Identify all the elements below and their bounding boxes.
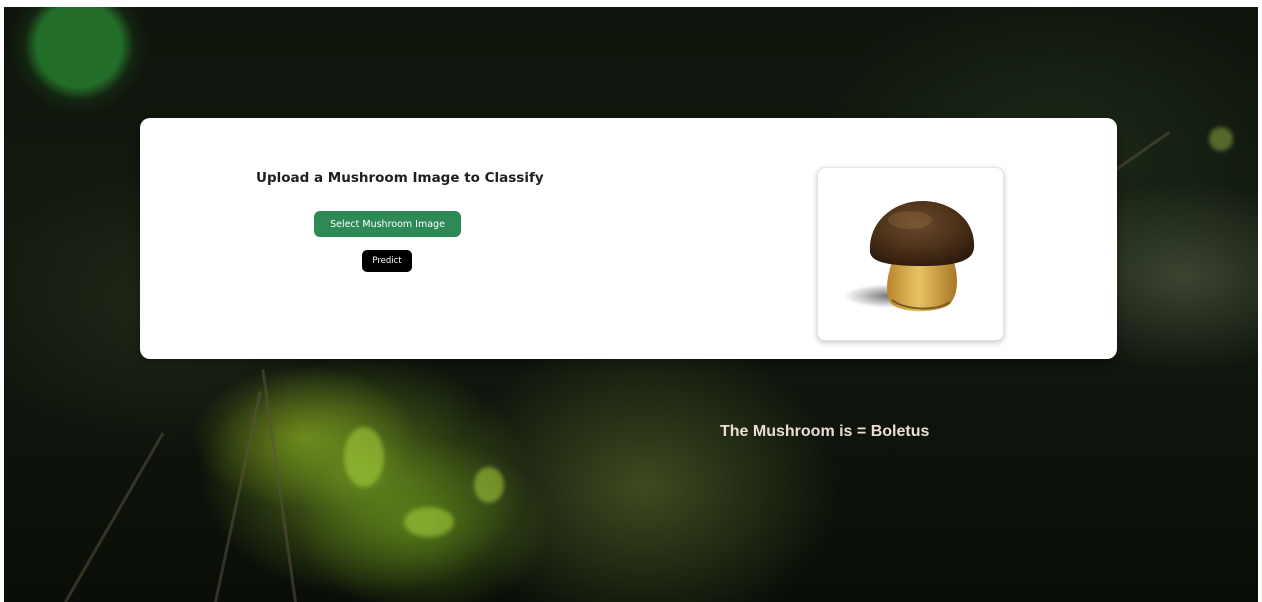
background-bokeh	[1209, 127, 1233, 151]
background-stem	[214, 391, 262, 602]
upload-title: Upload a Mushroom Image to Classify	[256, 170, 544, 186]
upload-card: Upload a Mushroom Image to Classify Sele…	[140, 118, 1117, 359]
mushroom-preview	[817, 167, 1004, 341]
select-image-button[interactable]: Select Mushroom Image	[314, 211, 461, 237]
mushroom-image	[844, 200, 975, 312]
background-bokeh	[404, 507, 454, 537]
predict-button[interactable]: Predict	[362, 250, 412, 272]
background-bokeh	[344, 427, 384, 487]
background-bokeh	[474, 467, 504, 503]
background-stem	[261, 369, 297, 602]
prediction-result: The Mushroom is = Boletus	[720, 423, 930, 440]
background-stem	[64, 432, 165, 602]
